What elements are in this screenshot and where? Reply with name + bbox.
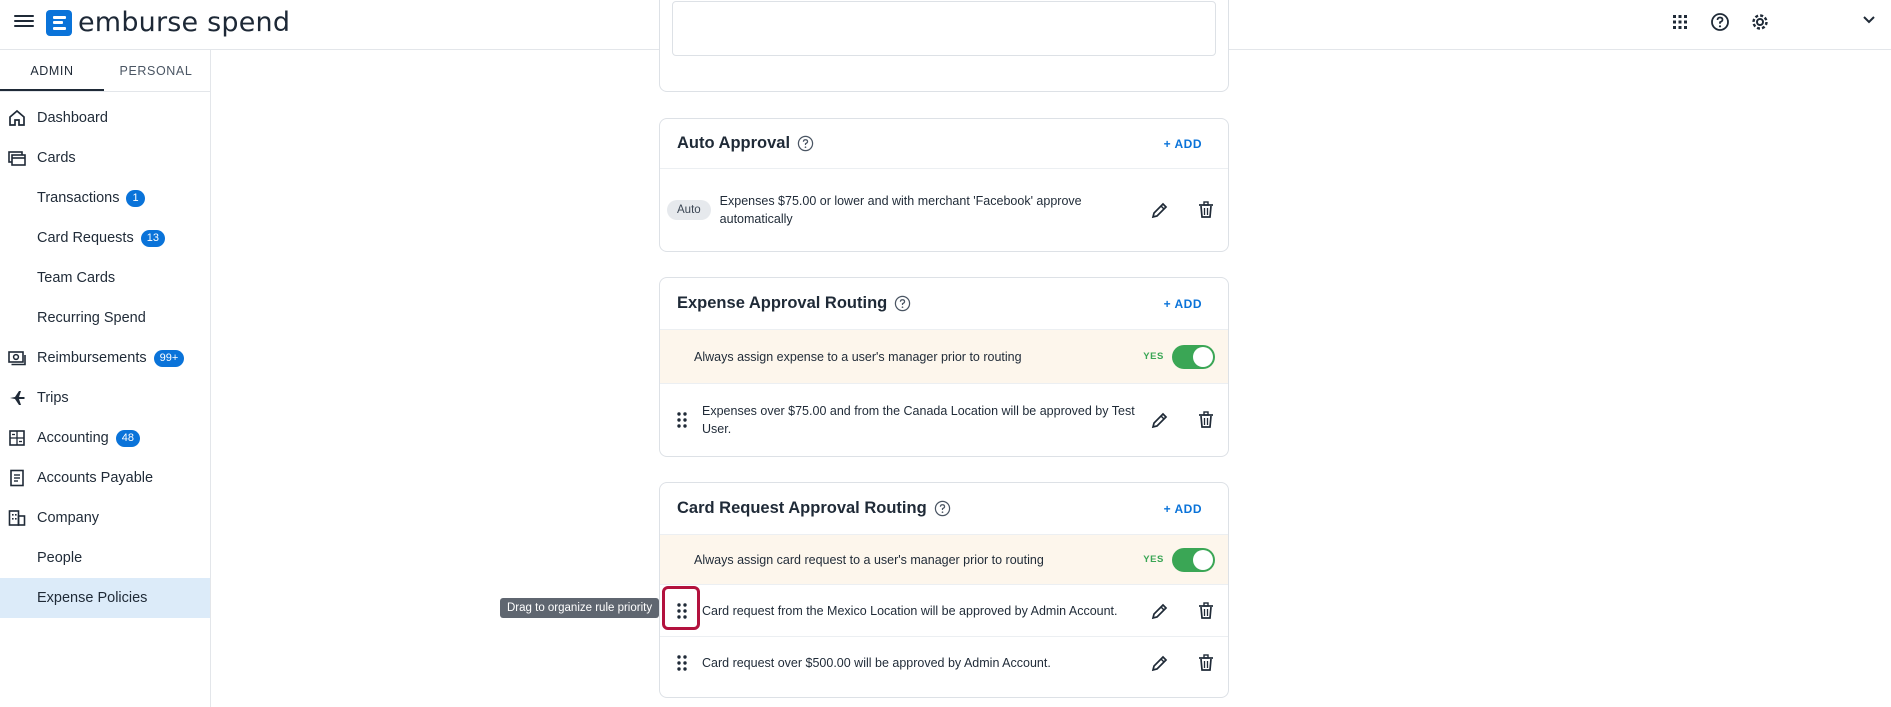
sidebar: ADMIN PERSONAL Dashboard Cards Transacti… [0, 50, 211, 707]
drag-tooltip: Drag to organize rule priority [500, 598, 660, 618]
section-title: Auto Approval [677, 134, 791, 152]
manager-toggle[interactable] [1172, 344, 1215, 369]
help-circle-icon[interactable] [894, 295, 911, 312]
brand-name: emburse spend [78, 7, 291, 38]
invoice-icon [10, 469, 24, 487]
count-badge: 13 [140, 229, 165, 247]
trash-icon[interactable] [1196, 410, 1216, 430]
previous-input-field[interactable] [672, 1, 1216, 56]
section-title: Card Request Approval Routing [677, 499, 927, 517]
section-title: Expense Approval Routing [677, 294, 888, 312]
logo[interactable]: emburse spend [46, 7, 290, 38]
list-item: Expenses over $75.00 and from the Canada… [660, 384, 1228, 456]
sidebar-item-accounts-payable[interactable]: Accounts Payable [0, 458, 210, 498]
sidebar-item-transactions[interactable]: Transactions 1 [0, 178, 210, 218]
sidebar-item-expense-policies[interactable]: Expense Policies [0, 578, 210, 618]
cash-icon [8, 351, 26, 366]
help-icon[interactable] [1709, 11, 1731, 33]
toggle-state-label: YES [1143, 554, 1164, 565]
sidebar-item-people[interactable]: People [0, 538, 210, 578]
card-request-routing-card: Card Request Approval Routing + ADD Alwa… [659, 482, 1229, 698]
calculator-icon [9, 430, 25, 446]
trash-icon[interactable] [1196, 653, 1216, 673]
tab-admin[interactable]: ADMIN [0, 50, 104, 91]
manager-toggle[interactable] [1172, 547, 1215, 572]
toggle-state-label: YES [1143, 351, 1164, 362]
rule-description: Expenses $75.00 or lower and with mercha… [719, 194, 1082, 226]
previous-section-card [659, 0, 1229, 92]
sidebar-item-card-requests[interactable]: Card Requests 13 [0, 218, 210, 258]
plane-icon [10, 391, 25, 405]
sidebar-item-company[interactable]: Company [0, 498, 210, 538]
cards-icon [8, 151, 26, 166]
add-card-rule-button[interactable]: + ADD [1164, 502, 1202, 516]
help-circle-icon[interactable] [797, 135, 814, 152]
logo-mark-icon [46, 9, 72, 36]
auto-tag: Auto [667, 200, 711, 220]
apps-grid-icon[interactable] [1669, 11, 1691, 33]
count-badge: 1 [126, 189, 145, 207]
rule-description: Card request from the Mexico Location wi… [702, 603, 1118, 618]
gear-icon[interactable] [1749, 11, 1771, 33]
menu-icon[interactable] [14, 12, 34, 32]
add-expense-rule-button[interactable]: + ADD [1164, 297, 1202, 311]
pencil-icon[interactable] [1150, 653, 1170, 673]
manager-toggle-row: Always assign card request to a user's m… [660, 535, 1228, 585]
sidebar-item-recurring-spend[interactable]: Recurring Spend [0, 298, 210, 338]
auto-approval-card: Auto Approval + ADD Auto Expenses $75.00… [659, 118, 1229, 252]
count-badge: 99+ [153, 349, 185, 367]
trash-icon[interactable] [1196, 200, 1216, 220]
pencil-icon[interactable] [1150, 410, 1170, 430]
list-item: Auto Expenses $75.00 or lower and with m… [660, 169, 1228, 251]
building-icon [8, 510, 26, 526]
pencil-icon[interactable] [1150, 200, 1170, 220]
toggle-label: Always assign expense to a user's manage… [694, 349, 1022, 364]
rule-description: Card request over $500.00 will be approv… [702, 656, 1051, 670]
sidebar-item-dashboard[interactable]: Dashboard [0, 98, 210, 138]
toggle-label: Always assign card request to a user's m… [694, 552, 1044, 567]
count-badge: 48 [115, 429, 140, 447]
chevron-down-icon[interactable] [1859, 10, 1879, 30]
sidebar-item-trips[interactable]: Trips [0, 378, 210, 418]
list-item: Card request over $500.00 will be approv… [660, 637, 1228, 689]
manager-toggle-row: Always assign expense to a user's manage… [660, 330, 1228, 384]
sidebar-item-accounting[interactable]: Accounting 48 [0, 418, 210, 458]
rule-description: Expenses over $75.00 and from the Canada… [702, 404, 1135, 436]
trash-icon[interactable] [1196, 601, 1216, 621]
drag-handle-icon[interactable] [675, 653, 689, 673]
help-circle-icon[interactable] [934, 500, 951, 517]
drag-handle-icon[interactable] [675, 410, 689, 430]
sidebar-item-team-cards[interactable]: Team Cards [0, 258, 210, 298]
list-item: Card request from the Mexico Location wi… [660, 585, 1228, 637]
tab-personal[interactable]: PERSONAL [104, 50, 208, 91]
pencil-icon[interactable] [1150, 601, 1170, 621]
expense-routing-card: Expense Approval Routing + ADD Always as… [659, 277, 1229, 457]
home-icon [9, 109, 25, 126]
drag-handle-highlight [662, 586, 700, 630]
add-auto-approval-button[interactable]: + ADD [1164, 137, 1202, 151]
sidebar-item-reimbursements[interactable]: Reimbursements 99+ [0, 338, 210, 378]
sidebar-item-cards[interactable]: Cards [0, 138, 210, 178]
